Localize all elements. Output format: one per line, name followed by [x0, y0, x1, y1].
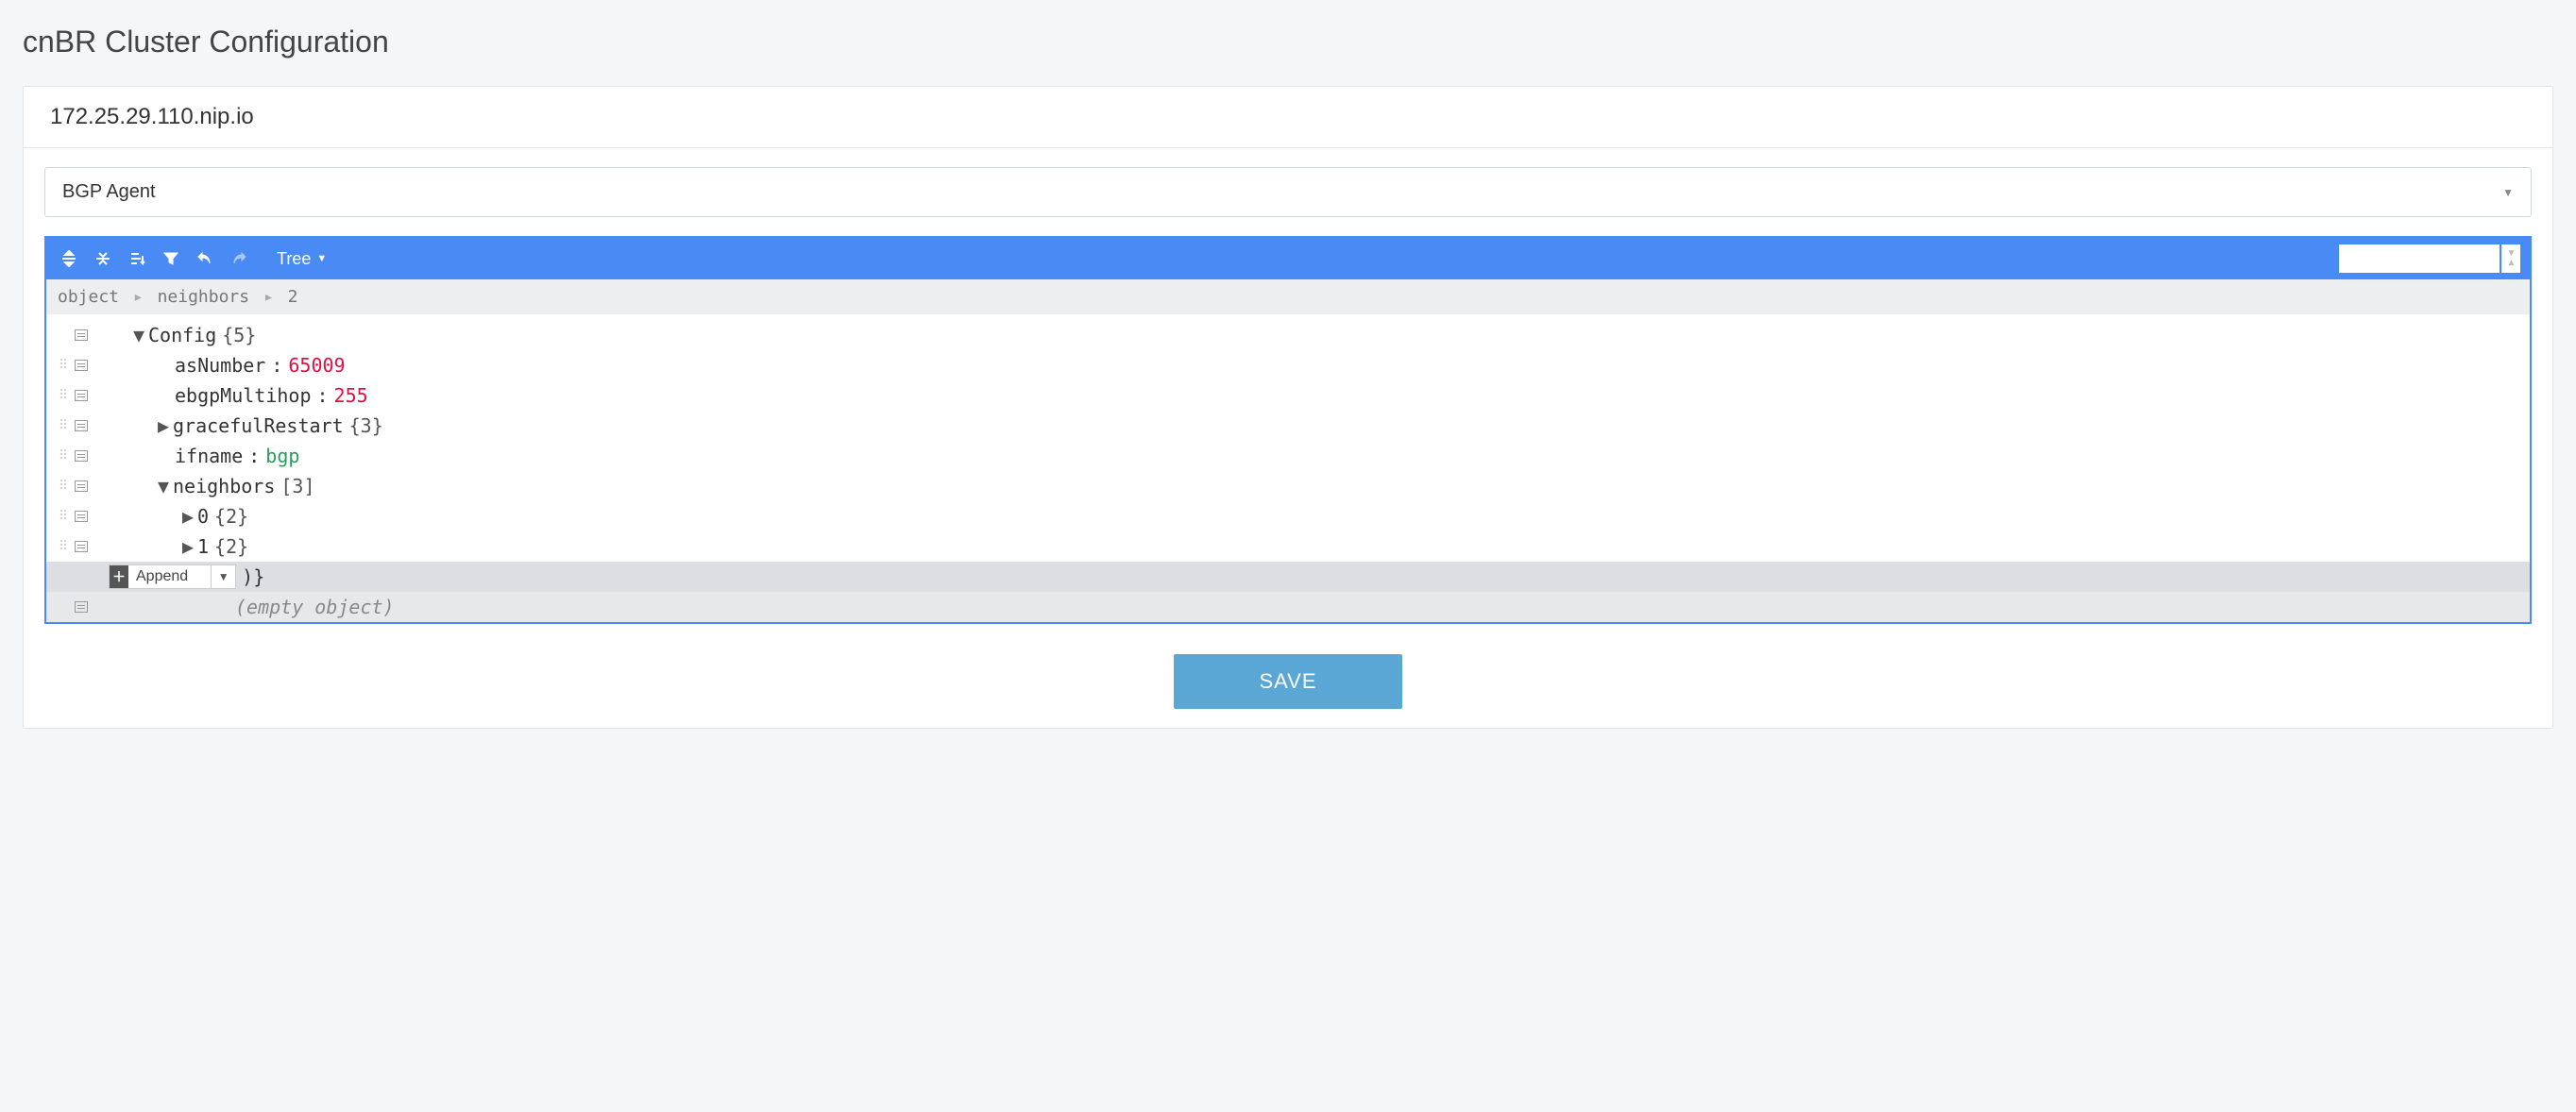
drag-handle-icon[interactable]: ⠿	[56, 388, 69, 403]
append-type-dropdown[interactable]: ▼	[211, 565, 235, 588]
row-menu-icon[interactable]	[75, 420, 88, 431]
drag-handle-icon[interactable]: ⠿	[56, 358, 69, 373]
tree-row-selected[interactable]: ⠿ ＋ Append ▼ )}	[46, 562, 2530, 592]
drag-handle-icon[interactable]: ⠿	[56, 479, 69, 494]
append-button[interactable]: ＋ Append ▼	[109, 564, 236, 589]
breadcrumb-item[interactable]: object	[58, 287, 119, 307]
triangle-right-icon[interactable]: ▶	[178, 535, 197, 558]
tree-value: bgp	[265, 445, 299, 467]
config-panel: 172.25.29.110.nip.io BGP Agent ▼	[23, 86, 2553, 729]
editor-toolbar: Tree ▼ ▼ ▲	[46, 238, 2530, 279]
triangle-right-icon[interactable]: ▶	[178, 505, 197, 528]
row-menu-icon[interactable]	[75, 511, 88, 522]
save-button[interactable]: SAVE	[1174, 654, 1401, 709]
empty-object-label: (empty object)	[235, 596, 395, 618]
append-label: Append	[128, 565, 211, 588]
triangle-down-icon[interactable]: ▼	[154, 475, 173, 497]
search-input[interactable]	[2339, 244, 2500, 273]
triangle-down-icon[interactable]: ▼	[129, 324, 148, 346]
caret-down-icon: ▼	[316, 253, 327, 264]
tree-key: Config	[148, 324, 216, 346]
tree-root-row[interactable]: ⠿ ▼ Config {5}	[46, 320, 2530, 350]
tree-key: 1	[197, 535, 209, 558]
breadcrumb: object ▸ neighbors ▸ 2	[46, 279, 2530, 314]
row-menu-icon[interactable]	[75, 601, 88, 613]
breadcrumb-item[interactable]: neighbors	[158, 287, 250, 307]
tree-empty-row[interactable]: ⠿ (empty object)	[46, 592, 2530, 622]
tree-row[interactable]: ⠿ ▶ 1 {2}	[46, 531, 2530, 562]
tree-key: ebgpMultihop	[175, 384, 312, 407]
tree-value: 65009	[288, 354, 345, 377]
tree-count: [3]	[275, 475, 314, 497]
tree-view: ⠿ ▼ Config {5} ⠿ asNumber : 65009	[46, 314, 2530, 622]
agent-select[interactable]: BGP Agent ▼	[44, 167, 2532, 217]
tree-count: {2}	[209, 535, 248, 558]
plus-icon: ＋	[110, 565, 128, 588]
chevron-down-icon: ▼	[2502, 186, 2514, 199]
search-nav[interactable]: ▼ ▲	[2501, 244, 2520, 273]
tree-row[interactable]: ⠿ ▶ 0 {2}	[46, 501, 2530, 531]
drag-handle-icon[interactable]: ⠿	[56, 418, 69, 433]
row-menu-icon[interactable]	[75, 329, 88, 341]
breadcrumb-sep-icon: ▸	[129, 287, 147, 307]
tree-count: {3}	[344, 414, 383, 437]
tree-key: 0	[197, 505, 209, 528]
tree-row[interactable]: ⠿ ebgpMultihop : 255	[46, 380, 2530, 411]
row-menu-icon[interactable]	[75, 390, 88, 401]
tree-key: gracefulRestart	[173, 414, 344, 437]
row-menu-icon[interactable]	[75, 360, 88, 371]
row-menu-icon[interactable]	[75, 541, 88, 552]
filter-icon[interactable]	[158, 245, 184, 272]
tree-row[interactable]: ⠿ ifname : bgp	[46, 441, 2530, 471]
drag-handle-icon[interactable]: ⠿	[56, 539, 69, 554]
tree-tail: )}	[242, 565, 264, 588]
tree-row[interactable]: ⠿ ▶ gracefulRestart {3}	[46, 411, 2530, 441]
triangle-up-icon: ▲	[2507, 259, 2517, 268]
tree-row[interactable]: ⠿ asNumber : 65009	[46, 350, 2530, 380]
breadcrumb-item[interactable]: 2	[288, 287, 298, 307]
page-title: cnBR Cluster Configuration	[23, 25, 2553, 59]
tree-row[interactable]: ⠿ ▼ neighbors [3]	[46, 471, 2530, 501]
tree-key: asNumber	[175, 354, 265, 377]
host-label: 172.25.29.110.nip.io	[24, 87, 2552, 148]
agent-select-value: BGP Agent	[62, 181, 156, 203]
mode-label: Tree	[277, 249, 311, 269]
triangle-right-icon[interactable]: ▶	[154, 414, 173, 437]
search-wrap	[2339, 244, 2500, 273]
breadcrumb-sep-icon: ▸	[260, 287, 278, 307]
redo-icon[interactable]	[226, 245, 252, 272]
row-menu-icon[interactable]	[75, 450, 88, 462]
mode-dropdown[interactable]: Tree ▼	[277, 249, 327, 269]
drag-handle-icon[interactable]: ⠿	[56, 448, 69, 463]
tree-count: {5}	[216, 324, 256, 346]
tree-key: neighbors	[173, 475, 275, 497]
tree-key: ifname	[175, 445, 243, 467]
sort-icon[interactable]	[124, 245, 150, 272]
drag-handle-icon[interactable]: ⠿	[56, 509, 69, 524]
tree-count: {2}	[209, 505, 248, 528]
undo-icon[interactable]	[192, 245, 218, 272]
row-menu-icon[interactable]	[75, 480, 88, 492]
tree-value: 255	[334, 384, 368, 407]
expand-all-icon[interactable]	[56, 245, 82, 272]
collapse-all-icon[interactable]	[90, 245, 116, 272]
json-editor: Tree ▼ ▼ ▲ obje	[44, 236, 2532, 624]
